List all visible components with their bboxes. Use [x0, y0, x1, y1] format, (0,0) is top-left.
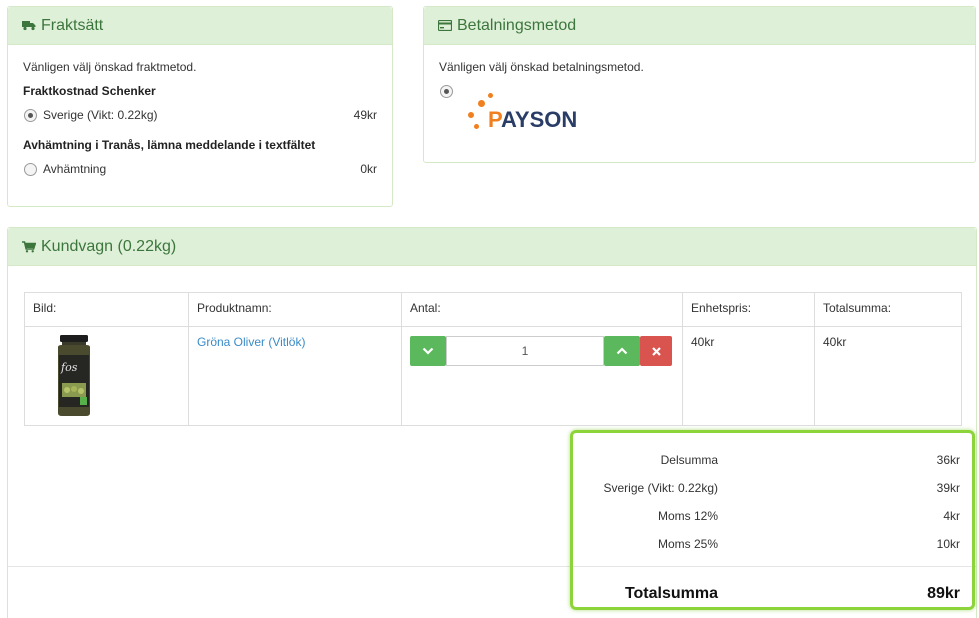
payson-logo[interactable]: PAYSON — [468, 92, 608, 137]
total-price-cell: 40kr — [814, 326, 962, 426]
unit-price-cell: 40kr — [682, 326, 815, 426]
table-row: fos Gröna Oliver (Vitlök) 1 40kr 40kr — [24, 326, 962, 426]
shopping-cart-icon — [22, 240, 36, 252]
close-icon — [651, 346, 661, 356]
chevron-up-icon — [616, 347, 628, 355]
product-image[interactable]: fos — [54, 335, 94, 417]
product-image-cell: fos — [24, 326, 189, 426]
col-header-quantity: Antal: — [401, 292, 683, 327]
cart-table: Bild: Produktnamn: Antal: Enhetspris: To… — [24, 292, 962, 426]
decrease-quantity-button[interactable] — [410, 336, 446, 366]
shipping-option-sverige-price: 49kr — [353, 108, 377, 122]
quantity-stepper: 1 — [410, 336, 674, 366]
shipping-group-heading-schenker: Fraktkostnad Schenker — [23, 84, 156, 98]
shipping-radio-pickup[interactable] — [24, 163, 37, 176]
summary-label: Delsumma — [660, 453, 718, 467]
shipping-option-pickup-price: 0kr — [360, 162, 377, 176]
shipping-option-sverige-label[interactable]: Sverige (Vikt: 0.22kg) — [43, 108, 158, 122]
truck-icon — [22, 21, 36, 31]
cart-table-header-row: Bild: Produktnamn: Antal: Enhetspris: To… — [24, 292, 962, 327]
quantity-cell: 1 — [401, 326, 683, 426]
product-name-cell: Gröna Oliver (Vitlök) — [188, 326, 402, 426]
cart-panel-heading: Kundvagn (0.22kg) — [8, 228, 976, 266]
payment-panel-heading: Betalningsmetod — [424, 7, 975, 45]
total-label: Totalsumma — [624, 585, 718, 602]
summary-value: 36kr — [936, 453, 960, 467]
shipping-group-heading-pickup: Avhämtning i Tranås, lämna meddelande i … — [23, 138, 316, 152]
payson-logo-letter: P — [488, 107, 502, 132]
cart-title: Kundvagn (0.22kg) — [41, 237, 177, 255]
remove-item-button[interactable] — [640, 336, 672, 366]
payment-title: Betalningsmetod — [457, 16, 577, 34]
col-header-image: Bild: — [24, 292, 189, 327]
shipping-panel-heading: Fraktsätt — [8, 7, 392, 45]
summary-value: 10kr — [936, 537, 960, 551]
credit-card-icon — [438, 20, 452, 31]
col-header-total: Totalsumma: — [814, 292, 962, 327]
payment-intro: Vänligen välj önskad betalningsmetod. — [439, 60, 644, 74]
order-summary: Delsumma 36kr Sverige (Vikt: 0.22kg) 39k… — [570, 430, 975, 610]
shipping-option-pickup-label[interactable]: Avhämtning — [43, 162, 106, 176]
payment-radio-payson[interactable] — [440, 85, 453, 98]
shipping-intro: Vänligen välj önskad fraktmetod. — [23, 60, 197, 74]
shipping-title: Fraktsätt — [41, 16, 104, 34]
summary-value: 4kr — [943, 509, 960, 523]
quantity-input[interactable]: 1 — [446, 336, 604, 366]
total-value: 89kr — [927, 585, 960, 602]
summary-label: Moms 25% — [657, 537, 718, 551]
summary-label: Moms 12% — [657, 509, 718, 523]
col-header-product: Produktnamn: — [188, 292, 402, 327]
shipping-radio-sverige[interactable] — [24, 109, 37, 122]
svg-text:fos: fos — [60, 361, 78, 374]
increase-quantity-button[interactable] — [604, 336, 640, 366]
summary-label: Sverige (Vikt: 0.22kg) — [603, 481, 719, 495]
shipping-panel: Fraktsätt Vänligen välj önskad fraktmeto… — [7, 6, 393, 207]
product-name-link[interactable]: Gröna Oliver (Vitlök) — [197, 335, 305, 349]
chevron-down-icon — [422, 347, 434, 355]
summary-value: 39kr — [936, 481, 960, 495]
payson-logo-text: AYSON — [501, 107, 578, 132]
payment-panel: Betalningsmetod Vänligen välj önskad bet… — [423, 6, 976, 163]
col-header-unit-price: Enhetspris: — [682, 292, 815, 327]
